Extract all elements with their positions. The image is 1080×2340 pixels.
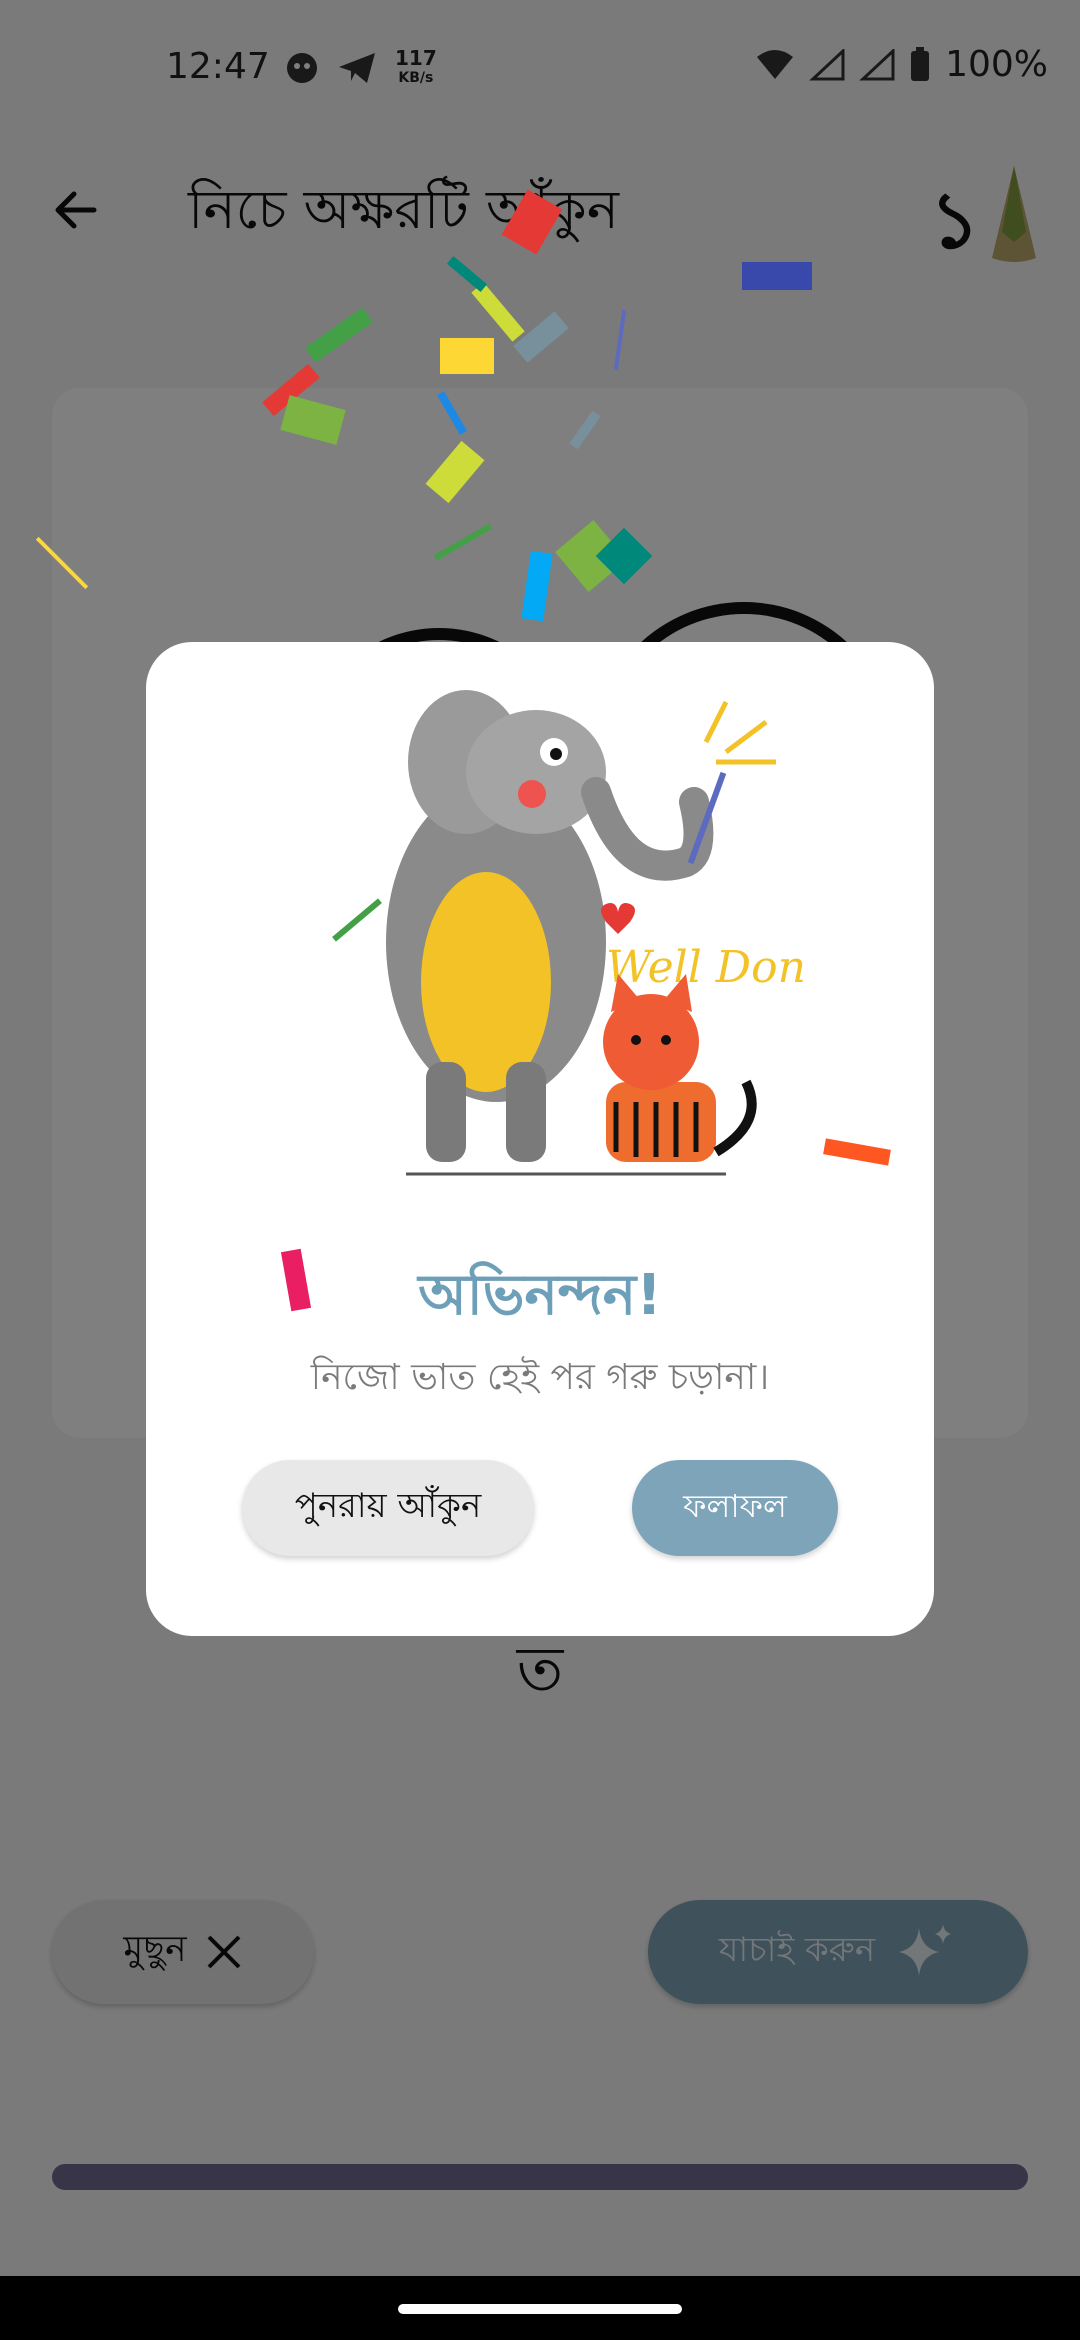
success-dialog: Well Done অভিনন্দন! নিজো ভাত হেই পর গরু … — [146, 642, 934, 1636]
home-gesture-handle[interactable] — [398, 2304, 682, 2314]
system-nav-bar — [0, 2276, 1080, 2340]
well-done-text: Well Done — [606, 942, 806, 993]
dialog-message: নিজো ভাত হেই পর গরু চড়ানা। — [310, 1357, 770, 1398]
confetti-piece — [440, 338, 494, 374]
elephant-cat-illustration: Well Done — [386, 690, 806, 1176]
result-button[interactable]: ফলাফল — [632, 1460, 838, 1556]
redraw-button[interactable]: পুনরায় আঁকুন — [242, 1460, 534, 1556]
dialog-title: অভিনন্দন! — [418, 1263, 662, 1328]
confetti-piece — [742, 262, 812, 290]
